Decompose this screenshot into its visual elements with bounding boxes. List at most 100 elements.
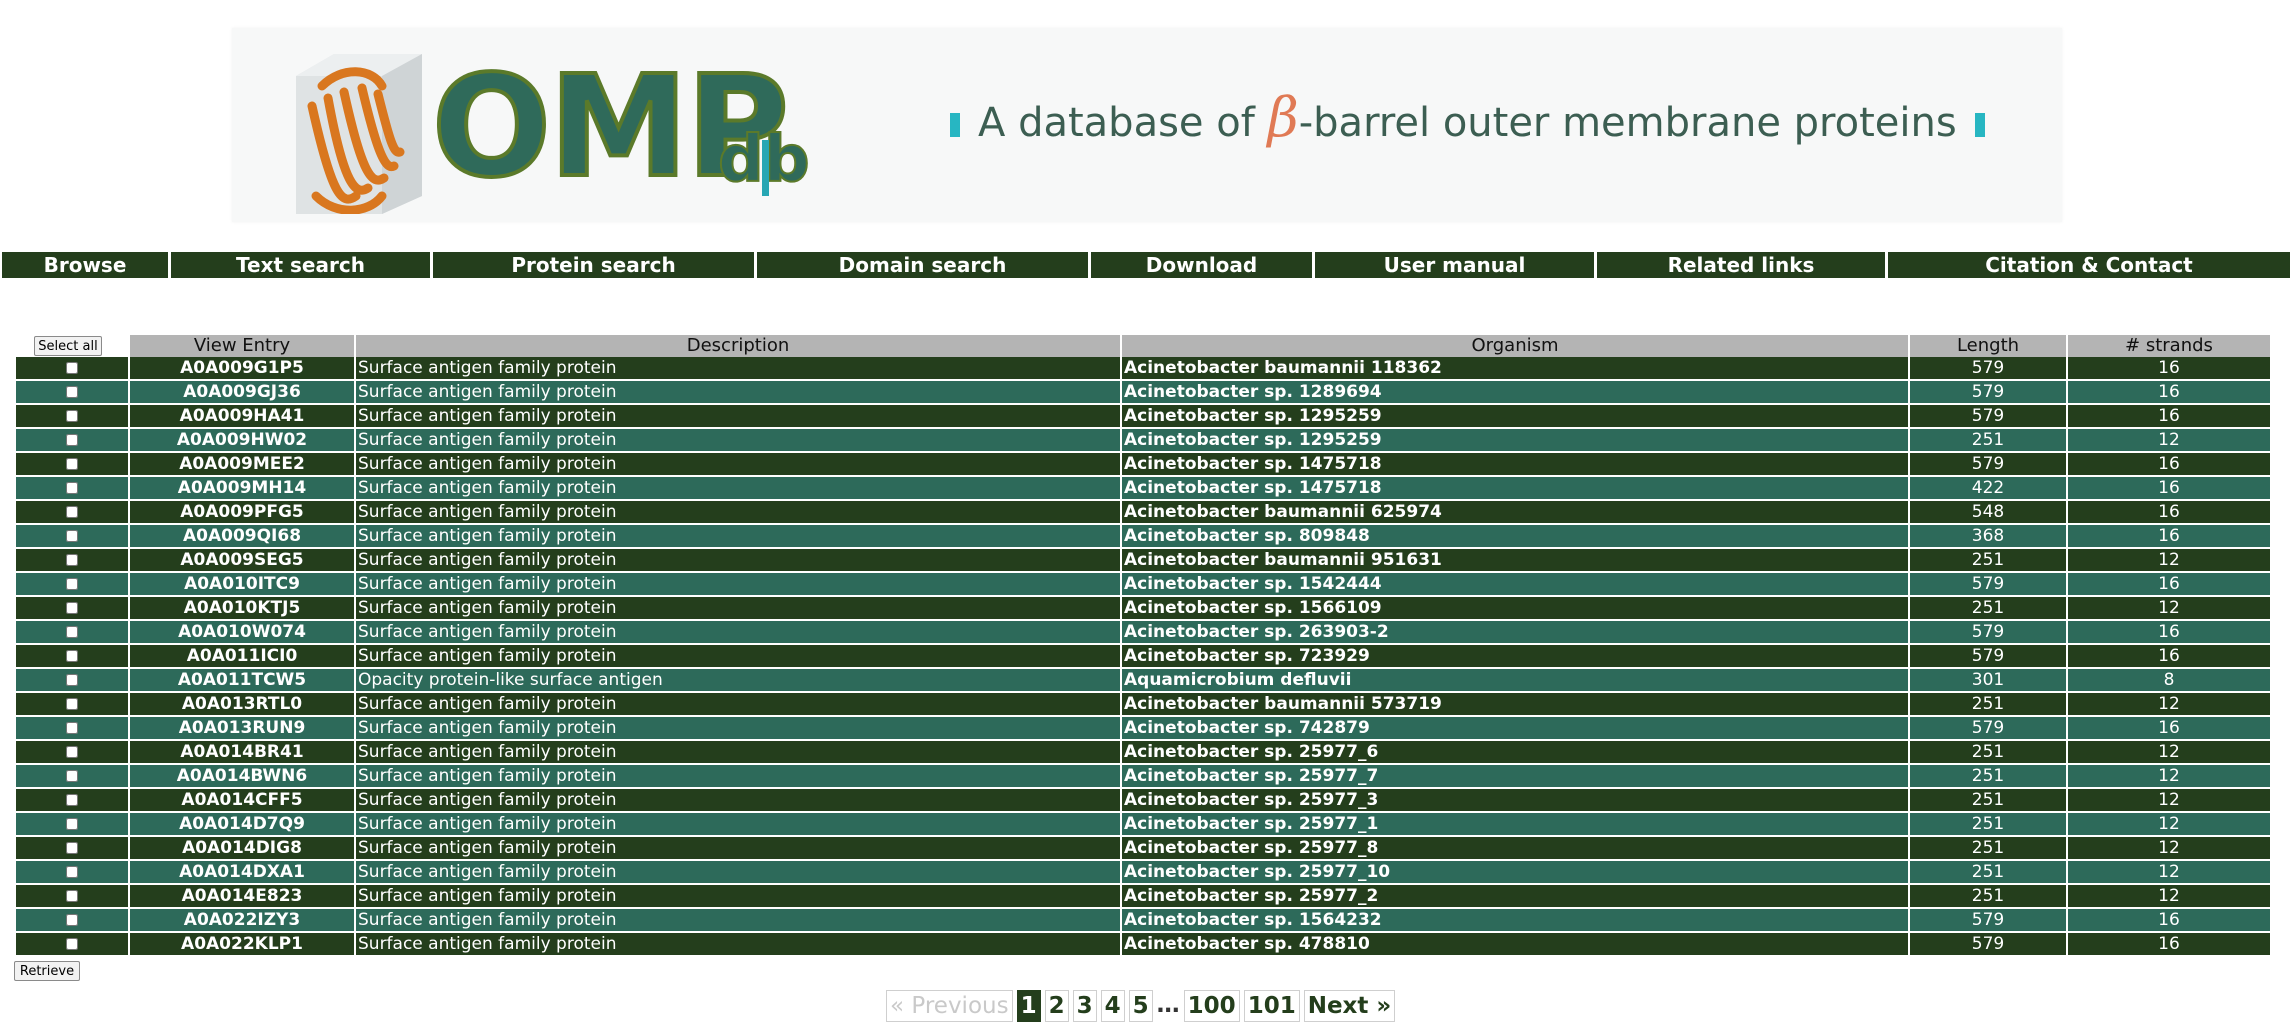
nav-download[interactable]: Download [1091,252,1312,278]
row-checkbox[interactable] [66,698,78,710]
description-cell: Surface antigen family protein [356,861,1120,885]
row-checkbox[interactable] [66,530,78,542]
entry-id-link[interactable]: A0A014BR41 [130,741,354,765]
table-row: A0A014BR41 Surface antigen family protein… [16,741,2270,765]
length-cell: 251 [1910,789,2066,813]
entry-id-link[interactable]: A0A011ICI0 [130,645,354,669]
row-checkbox[interactable] [66,938,78,950]
row-checkbox[interactable] [66,674,78,686]
strands-cell: 16 [2068,405,2270,429]
row-checkbox[interactable] [66,626,78,638]
row-checkbox[interactable] [66,794,78,806]
strands-cell: 16 [2068,357,2270,381]
strands-cell: 16 [2068,501,2270,525]
pagination-page-2[interactable]: 2 [1044,990,1069,1022]
row-checkbox[interactable] [66,770,78,782]
length-cell: 251 [1910,429,2066,453]
strands-cell: 12 [2068,693,2270,717]
entry-id-link[interactable]: A0A009SEG5 [130,549,354,573]
organism-cell: Acinetobacter sp. 25977_6 [1122,741,1908,765]
row-checkbox[interactable] [66,386,78,398]
table-row: A0A009QI68 Surface antigen family protein… [16,525,2270,549]
pagination-page-5[interactable]: 5 [1128,990,1153,1022]
select-all-button[interactable]: Select all [34,336,102,356]
nav-citation-contact[interactable]: Citation & Contact [1888,252,2290,278]
entry-id-link[interactable]: A0A009QI68 [130,525,354,549]
organism-cell: Acinetobacter baumannii 573719 [1122,693,1908,717]
entry-id-link[interactable]: A0A022IZY3 [130,909,354,933]
entry-id-link[interactable]: A0A013RTL0 [130,693,354,717]
row-checkbox[interactable] [66,818,78,830]
row-select-cell [16,357,128,381]
nav-protein-search[interactable]: Protein search [433,252,754,278]
row-select-cell [16,453,128,477]
entry-id-link[interactable]: A0A009GJ36 [130,381,354,405]
pagination-page-3[interactable]: 3 [1072,990,1097,1022]
entry-id-link[interactable]: A0A009MEE2 [130,453,354,477]
row-checkbox[interactable] [66,650,78,662]
entry-id-link[interactable]: A0A014D7Q9 [130,813,354,837]
nav-user-manual[interactable]: User manual [1315,252,1594,278]
pagination-page-1[interactable]: 1 [1016,990,1041,1022]
row-checkbox[interactable] [66,842,78,854]
entry-id-link[interactable]: A0A022KLP1 [130,933,354,957]
length-cell: 579 [1910,621,2066,645]
entry-id-link[interactable]: A0A009PFG5 [130,501,354,525]
entry-id-link[interactable]: A0A009HW02 [130,429,354,453]
row-checkbox[interactable] [66,866,78,878]
row-checkbox[interactable] [66,506,78,518]
entry-id-link[interactable]: A0A010ITC9 [130,573,354,597]
row-checkbox[interactable] [66,362,78,374]
organism-cell: Acinetobacter sp. 25977_3 [1122,789,1908,813]
entry-id-link[interactable]: A0A010KTJ5 [130,597,354,621]
pagination-page-4[interactable]: 4 [1100,990,1125,1022]
nav-text-search[interactable]: Text search [171,252,430,278]
header-length[interactable]: Length [1910,335,2066,357]
pagination-next[interactable]: Next » [1303,990,1396,1022]
row-select-cell [16,933,128,957]
header-organism[interactable]: Organism [1122,335,1908,357]
pagination-page-101[interactable]: 101 [1243,990,1300,1022]
header-view-entry[interactable]: View Entry [130,335,354,357]
entry-id-link[interactable]: A0A014DXA1 [130,861,354,885]
entry-id-link[interactable]: A0A009MH14 [130,477,354,501]
description-cell: Surface antigen family protein [356,765,1120,789]
row-select-cell [16,765,128,789]
header-strands[interactable]: # strands [2068,335,2270,357]
nav-related-links[interactable]: Related links [1597,252,1885,278]
row-checkbox[interactable] [66,458,78,470]
row-checkbox[interactable] [66,914,78,926]
row-checkbox[interactable] [66,722,78,734]
entry-id-link[interactable]: A0A014BWN6 [130,765,354,789]
row-checkbox[interactable] [66,890,78,902]
entry-id-link[interactable]: A0A011TCW5 [130,669,354,693]
description-cell: Surface antigen family protein [356,429,1120,453]
row-select-cell [16,837,128,861]
description-cell: Surface antigen family protein [356,549,1120,573]
entry-id-link[interactable]: A0A014DIG8 [130,837,354,861]
row-checkbox[interactable] [66,434,78,446]
entry-id-link[interactable]: A0A014CFF5 [130,789,354,813]
row-checkbox[interactable] [66,602,78,614]
retrieve-button[interactable]: Retrieve [14,961,80,981]
row-checkbox[interactable] [66,410,78,422]
entry-id-link[interactable]: A0A013RUN9 [130,717,354,741]
row-checkbox[interactable] [66,746,78,758]
description-cell: Opacity protein-like surface antigen [356,669,1120,693]
strands-cell: 16 [2068,381,2270,405]
description-cell: Surface antigen family protein [356,717,1120,741]
entry-id-link[interactable]: A0A014E823 [130,885,354,909]
entry-id-link[interactable]: A0A009HA41 [130,405,354,429]
pagination-page-100[interactable]: 100 [1183,990,1240,1022]
row-checkbox[interactable] [66,578,78,590]
row-checkbox[interactable] [66,482,78,494]
length-cell: 579 [1910,645,2066,669]
nav-domain-search[interactable]: Domain search [757,252,1088,278]
nav-browse[interactable]: Browse [2,252,168,278]
entry-id-link[interactable]: A0A010W074 [130,621,354,645]
row-checkbox[interactable] [66,554,78,566]
header-description[interactable]: Description [356,335,1120,357]
entry-id-link[interactable]: A0A009G1P5 [130,357,354,381]
table-row: A0A010ITC9 Surface antigen family protein… [16,573,2270,597]
description-cell: Surface antigen family protein [356,789,1120,813]
